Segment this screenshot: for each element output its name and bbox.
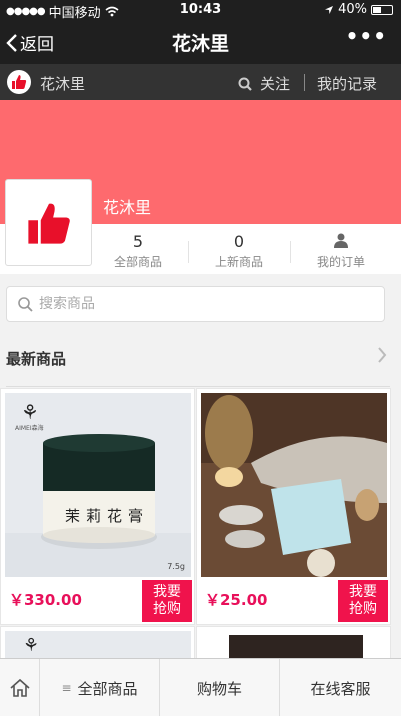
search-icon — [18, 297, 33, 312]
thumbs-up-icon — [27, 203, 70, 244]
shop-bar-name[interactable]: 花沐里 — [40, 73, 85, 94]
stat-all-goods-count: 5 — [132, 232, 144, 251]
buy-now-button[interactable]: 我要 抢购 — [142, 580, 192, 622]
stat-all-goods[interactable]: 5 全部商品 — [88, 224, 188, 270]
my-records-link[interactable]: 我的记录 — [317, 73, 377, 94]
jar-weight: 7.5g — [167, 562, 185, 571]
section-divider — [6, 386, 390, 387]
chevron-right-icon — [378, 347, 387, 363]
tab-all-goods[interactable]: ≡ 全部商品 — [40, 659, 160, 716]
shop-name: 花沐里 — [103, 198, 152, 217]
shop-bar: 花沐里 关注 我的记录 — [0, 64, 401, 100]
tab-customer-service[interactable]: 在线客服 — [280, 659, 401, 716]
battery-icon — [371, 4, 393, 15]
stat-all-goods-label: 全部商品 — [113, 255, 162, 269]
latest-goods-header[interactable]: 最新商品 — [0, 334, 401, 380]
page-title: 花沐里 — [171, 33, 229, 55]
buy-now-label-line1: 我要 — [153, 584, 181, 600]
location-arrow-icon — [325, 5, 334, 14]
buy-now-label-line2: 抢购 — [349, 601, 377, 617]
thumbs-up-icon — [12, 75, 27, 89]
status-bar: ●●●●● 中国移动 10:43 40% — [0, 0, 401, 21]
brand-logo-icon: ⚘ — [23, 635, 40, 656]
status-right: 40% — [324, 2, 393, 17]
more-dots-icon: ••• — [345, 24, 387, 48]
more-menu-button[interactable]: ••• — [346, 24, 387, 48]
spa-illustration — [201, 393, 387, 577]
section-title: 最新商品 — [6, 350, 67, 368]
tab-cart-label: 购物车 — [196, 679, 242, 698]
shop-avatar — [5, 179, 92, 266]
search-input[interactable] — [39, 296, 369, 312]
stat-my-orders-label: 我的订单 — [316, 255, 365, 269]
menu-icon: ≡ — [61, 681, 72, 695]
tab-cart[interactable]: 购物车 — [160, 659, 280, 716]
buy-now-button[interactable]: 我要 抢购 — [338, 580, 388, 622]
stat-new-goods-count: 0 — [233, 232, 245, 251]
battery-percent: 40% — [338, 2, 367, 17]
stat-new-goods-label: 上新商品 — [214, 255, 263, 269]
brand-mark: AIMEI森海 — [15, 425, 44, 432]
tab-home[interactable] — [0, 659, 40, 716]
product-image[interactable] — [201, 393, 387, 577]
jar-label: 茉莉花膏 — [65, 507, 150, 525]
svg-text:⚘: ⚘ — [21, 400, 39, 424]
product-card[interactable]: ⚘ 茉莉花膏 7.5g AIMEI森海 ￥330.00 我要 抢购 — [0, 388, 195, 625]
search-box[interactable] — [6, 286, 385, 322]
buy-now-label-line2: 抢购 — [153, 601, 181, 617]
user-icon — [291, 232, 391, 251]
product-price: ￥330.00 — [9, 591, 82, 609]
product-image[interactable]: ⚘ 茉莉花膏 7.5g AIMEI森海 — [5, 393, 191, 577]
jar-illustration: ⚘ — [5, 393, 191, 577]
stat-new-goods[interactable]: 0 上新商品 — [189, 224, 289, 270]
shop-bar-divider — [304, 74, 305, 91]
search-icon — [238, 77, 252, 91]
tab-service-label: 在线客服 — [310, 679, 371, 698]
product-price: ￥25.00 — [205, 591, 268, 609]
product-card[interactable]: ￥25.00 我要 抢购 — [196, 388, 391, 625]
home-icon — [9, 678, 30, 697]
buy-now-label-line1: 我要 — [349, 584, 377, 600]
stat-my-orders[interactable]: 我的订单 — [291, 224, 391, 270]
nav-bar: 返回 花沐里 ••• — [0, 20, 401, 64]
bottom-tab-bar: ≡ 全部商品 购物车 在线客服 — [0, 658, 401, 716]
tab-all-goods-label: 全部商品 — [77, 679, 138, 698]
shop-logo[interactable] — [7, 70, 31, 94]
follow-label: 关注 — [260, 75, 291, 93]
follow-button[interactable]: 关注 — [238, 73, 290, 94]
